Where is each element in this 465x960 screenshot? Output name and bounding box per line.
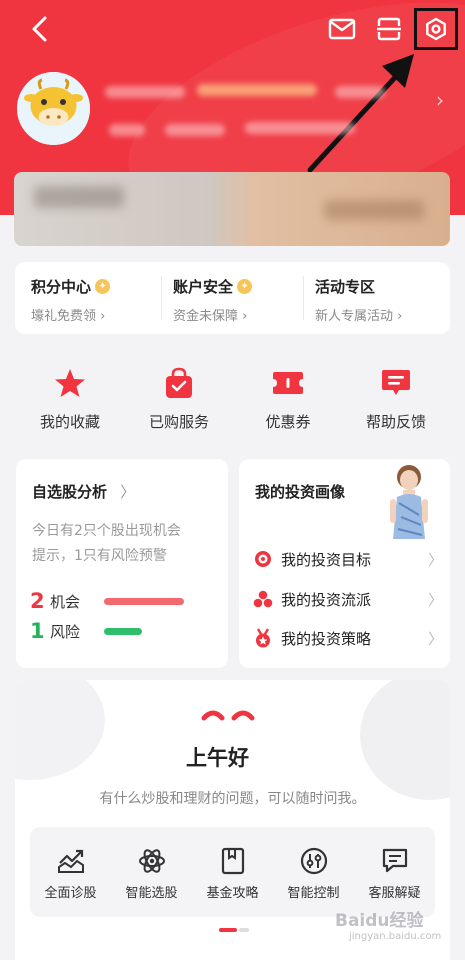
tool-label: 全面诊股 [44, 886, 97, 901]
stock-desc-line-1: 今日有2只个股出现机会 [32, 523, 181, 539]
scan-button[interactable] [371, 11, 407, 47]
investment-school-label: 我的投资流派 [281, 590, 372, 609]
control-dial-icon [300, 847, 327, 875]
target-icon [255, 551, 271, 567]
avatar[interactable] [17, 72, 90, 145]
account-security-subtitle: 资金未保障 › [173, 309, 248, 324]
points-center-entry[interactable]: 积分中心 ✦ 壕礼免费领 › [31, 276, 111, 324]
points-center-subtitle: 壕礼免费领 › [31, 309, 106, 324]
card-decoration [360, 680, 450, 800]
investment-strategy-item[interactable]: 我的投资策略 〉 [253, 626, 443, 650]
book-icon [221, 847, 244, 875]
coin-icon: ✦ [95, 279, 111, 294]
investment-profile-card[interactable]: 我的投资画像 我的投资目标 〉 我的投资流派 〉 我的投资策略 〉 [239, 459, 450, 668]
chevron-right-icon: 〉 [427, 629, 443, 648]
profile-info-blurred[interactable] [105, 78, 405, 148]
quick-action-label: 我的收藏 [39, 413, 100, 431]
risk-bar [104, 627, 142, 635]
tool-label: 智能控制 [287, 886, 340, 901]
chart-diagnosis-icon [57, 849, 84, 873]
stock-desc-line-2: 提示，1只有风险预警 [32, 548, 167, 564]
watermark-line-1: Baidu经验 [335, 911, 424, 931]
coupon-icon [273, 372, 303, 394]
quick-action-favorites[interactable]: 我的收藏 [15, 365, 125, 432]
back-arrow-icon [32, 16, 47, 42]
watermark-line-2: jingyan.baidu.com [349, 931, 442, 942]
tool-label: 智能选股 [125, 886, 178, 901]
opportunity-row: 2 机会 [30, 589, 184, 613]
risk-label: 风险 [50, 622, 81, 641]
indicator-inactive [239, 928, 249, 932]
assistant-greeting: 上午好 [186, 746, 249, 770]
quick-action-feedback[interactable]: 帮助反馈 [341, 365, 451, 432]
investment-strategy-label: 我的投资策略 [281, 629, 372, 648]
avatar-figure-icon [390, 465, 428, 539]
quick-action-coupons[interactable]: 优惠券 [233, 365, 343, 432]
tool-label: 基金攻略 [206, 886, 259, 901]
watermark: Baidu经验 jingyan.baidu.com [335, 906, 455, 946]
tool-smart-picking[interactable]: 智能选股 [111, 846, 192, 901]
coin-icon: ✦ [237, 279, 253, 294]
activity-zone-subtitle: 新人专属活动 › [315, 309, 403, 324]
school-icon [253, 590, 273, 608]
quick-action-label: 已购服务 [148, 413, 209, 431]
opportunity-label: 机会 [50, 592, 81, 611]
risk-row: 1 风险 [30, 619, 142, 643]
tool-customer-service[interactable]: 客服解疑 [354, 846, 435, 901]
activity-zone-entry[interactable]: 活动专区 新人专属活动 › [315, 276, 402, 324]
chevron-right-icon: 〉 [120, 483, 136, 501]
opportunity-count: 2 [30, 589, 45, 613]
promo-banner-blurred[interactable] [14, 172, 450, 246]
top-bar [0, 0, 465, 60]
activity-zone-title: 活动专区 [315, 278, 376, 296]
scan-icon [377, 17, 401, 41]
points-center-title: 积分中心 [31, 278, 92, 296]
back-button[interactable] [22, 11, 58, 47]
tool-full-diagnosis[interactable]: 全面诊股 [30, 846, 111, 901]
tool-fund-guide[interactable]: 基金攻略 [192, 846, 273, 901]
strategy-icon [256, 628, 270, 648]
account-shortcuts-card: 积分中心 ✦ 壕礼免费领 › 账户安全 ✦ 资金未保障 › 活动专区 新人专属活动 … [15, 262, 450, 334]
account-security-title: 账户安全 [173, 278, 234, 296]
risk-count: 1 [30, 619, 45, 643]
carousel-indicator [219, 928, 249, 932]
stock-analysis-description: 今日有2只个股出现机会 提示，1只有风险预警 [32, 519, 222, 569]
quick-action-purchased[interactable]: 已购服务 [124, 365, 234, 432]
star-icon [55, 369, 85, 397]
quick-action-label: 优惠券 [265, 413, 311, 431]
investment-school-item[interactable]: 我的投资流派 〉 [253, 587, 443, 611]
profile-chevron-icon[interactable]: › [436, 88, 444, 112]
opportunity-bar [104, 597, 184, 605]
chat-icon [382, 848, 407, 873]
assistant-eyes-icon [201, 710, 255, 721]
annotation-highlight-box [414, 8, 458, 50]
chevron-right-icon: 〉 [427, 590, 443, 609]
shopping-bag-icon [166, 367, 192, 398]
chevron-right-icon: 〉 [427, 550, 443, 569]
investment-goal-item[interactable]: 我的投资目标 〉 [253, 547, 443, 571]
stock-analysis-header: 自选股分析 〉 [32, 481, 135, 502]
tool-label: 客服解疑 [368, 886, 421, 901]
feedback-icon [382, 370, 410, 395]
mail-button[interactable] [324, 11, 360, 47]
indicator-active [219, 928, 237, 932]
divider [303, 276, 304, 320]
account-security-entry[interactable]: 账户安全 ✦ 资金未保障 › [173, 276, 253, 324]
cow-avatar-icon [17, 72, 90, 145]
divider [161, 276, 162, 320]
investment-profile-title: 我的投资画像 [255, 483, 346, 501]
stock-analysis-title: 自选股分析 [32, 483, 108, 501]
stock-analysis-card[interactable]: 自选股分析 〉 今日有2只个股出现机会 提示，1只有风险预警 2 机会 1 风险 [16, 459, 228, 668]
tool-smart-control[interactable]: 智能控制 [273, 846, 354, 901]
atom-icon [138, 849, 165, 873]
assistant-tools-bar: 全面诊股 智能选股 基金攻略 智能控制 客服解疑 [30, 827, 435, 917]
quick-action-label: 帮助反馈 [365, 413, 426, 431]
assistant-subtitle: 有什么炒股和理财的问题，可以随时问我。 [99, 791, 366, 807]
investment-goal-label: 我的投资目标 [281, 550, 372, 569]
mail-icon [328, 18, 356, 40]
